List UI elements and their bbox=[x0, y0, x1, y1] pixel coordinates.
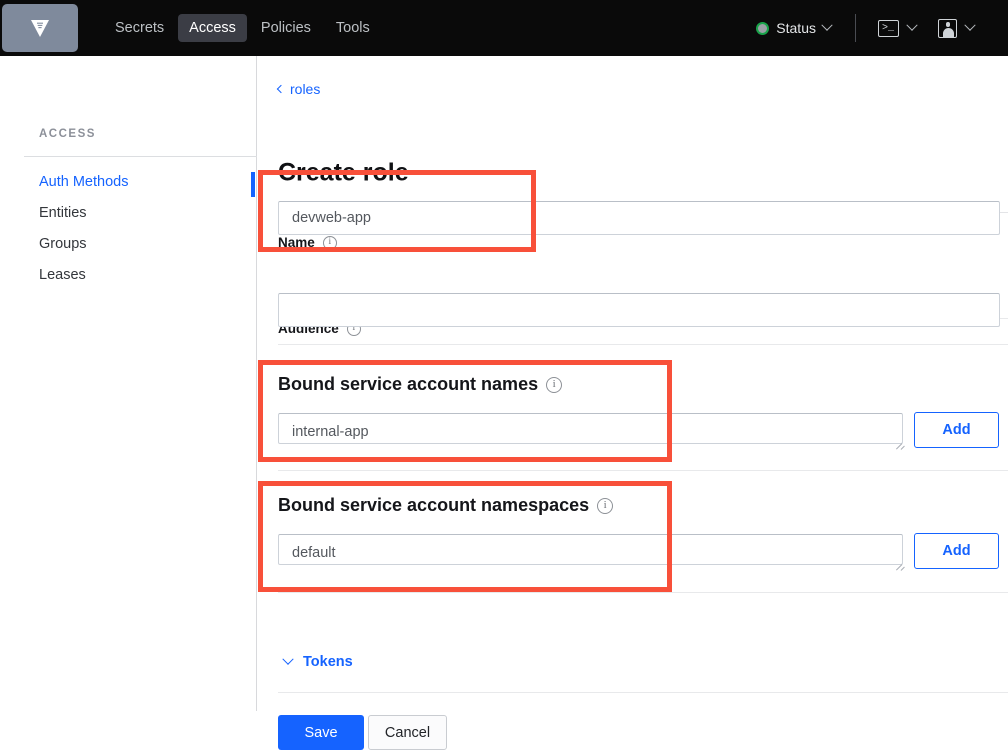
breadcrumb-label: roles bbox=[290, 81, 321, 97]
audience-input[interactable] bbox=[278, 293, 1000, 327]
bound-sa-namespaces-label-text: Bound service account namespaces bbox=[278, 495, 590, 515]
add-bound-sa-namespace-button[interactable]: Add bbox=[914, 533, 999, 569]
add-bound-sa-name-button[interactable]: Add bbox=[914, 412, 999, 448]
sidebar: ACCESS Auth Methods Entities Groups Leas… bbox=[0, 56, 257, 711]
info-circle-icon[interactable]: i bbox=[597, 497, 614, 514]
user-menu-button[interactable] bbox=[934, 15, 978, 42]
info-circle-icon[interactable]: i bbox=[546, 376, 563, 393]
sidebar-divider bbox=[24, 156, 257, 157]
active-section-accent-bar bbox=[251, 172, 255, 197]
nav-link-secrets[interactable]: Secrets bbox=[104, 14, 175, 42]
status-indicator-icon bbox=[756, 21, 770, 35]
sidebar-item-entities[interactable]: Entities bbox=[39, 205, 87, 221]
top-navigation-bar: Secrets Access Policies Tools Status >_ bbox=[0, 0, 1008, 56]
sidebar-item-auth-methods[interactable]: Auth Methods bbox=[39, 174, 128, 190]
sidebar-section-title: ACCESS bbox=[39, 128, 96, 140]
nav-right-cluster: Status >_ bbox=[750, 14, 1008, 42]
info-circle-icon[interactable]: i bbox=[322, 235, 337, 250]
user-avatar-icon bbox=[938, 18, 957, 38]
nav-link-tools[interactable]: Tools bbox=[325, 14, 381, 42]
save-button[interactable]: Save bbox=[278, 715, 364, 750]
chevron-left-icon bbox=[276, 84, 286, 94]
cancel-button[interactable]: Cancel bbox=[368, 715, 447, 750]
breadcrumb-roles[interactable]: roles bbox=[276, 81, 321, 97]
vault-logo[interactable] bbox=[2, 4, 78, 52]
primary-nav-links: Secrets Access Policies Tools bbox=[104, 14, 384, 42]
section-divider-4 bbox=[278, 592, 1008, 593]
bound-sa-names-label-text: Bound service account names bbox=[278, 374, 539, 394]
bound-sa-names-textarea[interactable] bbox=[278, 413, 903, 444]
section-divider-3 bbox=[278, 470, 1008, 471]
chevron-down-icon bbox=[964, 19, 976, 31]
console-menu-button[interactable]: >_ bbox=[874, 16, 920, 41]
bound-sa-namespaces-textarea[interactable] bbox=[278, 534, 903, 565]
sidebar-item-leases[interactable]: Leases bbox=[39, 267, 86, 283]
vault-logo-triangle-icon bbox=[31, 20, 49, 37]
nav-link-access[interactable]: Access bbox=[178, 14, 247, 42]
bound-sa-names-label: Bound service account names i bbox=[278, 374, 563, 395]
sidebar-item-groups[interactable]: Groups bbox=[39, 236, 87, 252]
section-divider-2 bbox=[278, 344, 1008, 345]
chevron-down-icon bbox=[282, 653, 294, 665]
status-menu-button[interactable]: Status bbox=[750, 16, 837, 40]
chevron-down-icon bbox=[906, 19, 918, 31]
main-content: roles Create role Name i Audience i Boun… bbox=[251, 56, 1008, 750]
name-label-text: Name bbox=[278, 235, 315, 250]
bound-sa-namespaces-label: Bound service account namespaces i bbox=[278, 495, 614, 516]
tokens-toggle-label: Tokens bbox=[303, 654, 353, 670]
console-terminal-icon: >_ bbox=[878, 19, 899, 37]
nav-divider bbox=[855, 14, 856, 42]
nav-link-policies[interactable]: Policies bbox=[250, 14, 322, 42]
name-input[interactable] bbox=[278, 201, 1000, 235]
status-label: Status bbox=[776, 20, 816, 36]
chevron-down-icon bbox=[821, 19, 833, 31]
name-field-label: Name i bbox=[278, 235, 337, 250]
page-title: Create role bbox=[278, 158, 409, 187]
section-divider-5 bbox=[278, 692, 1008, 693]
tokens-accordion-toggle[interactable]: Tokens bbox=[282, 653, 353, 670]
